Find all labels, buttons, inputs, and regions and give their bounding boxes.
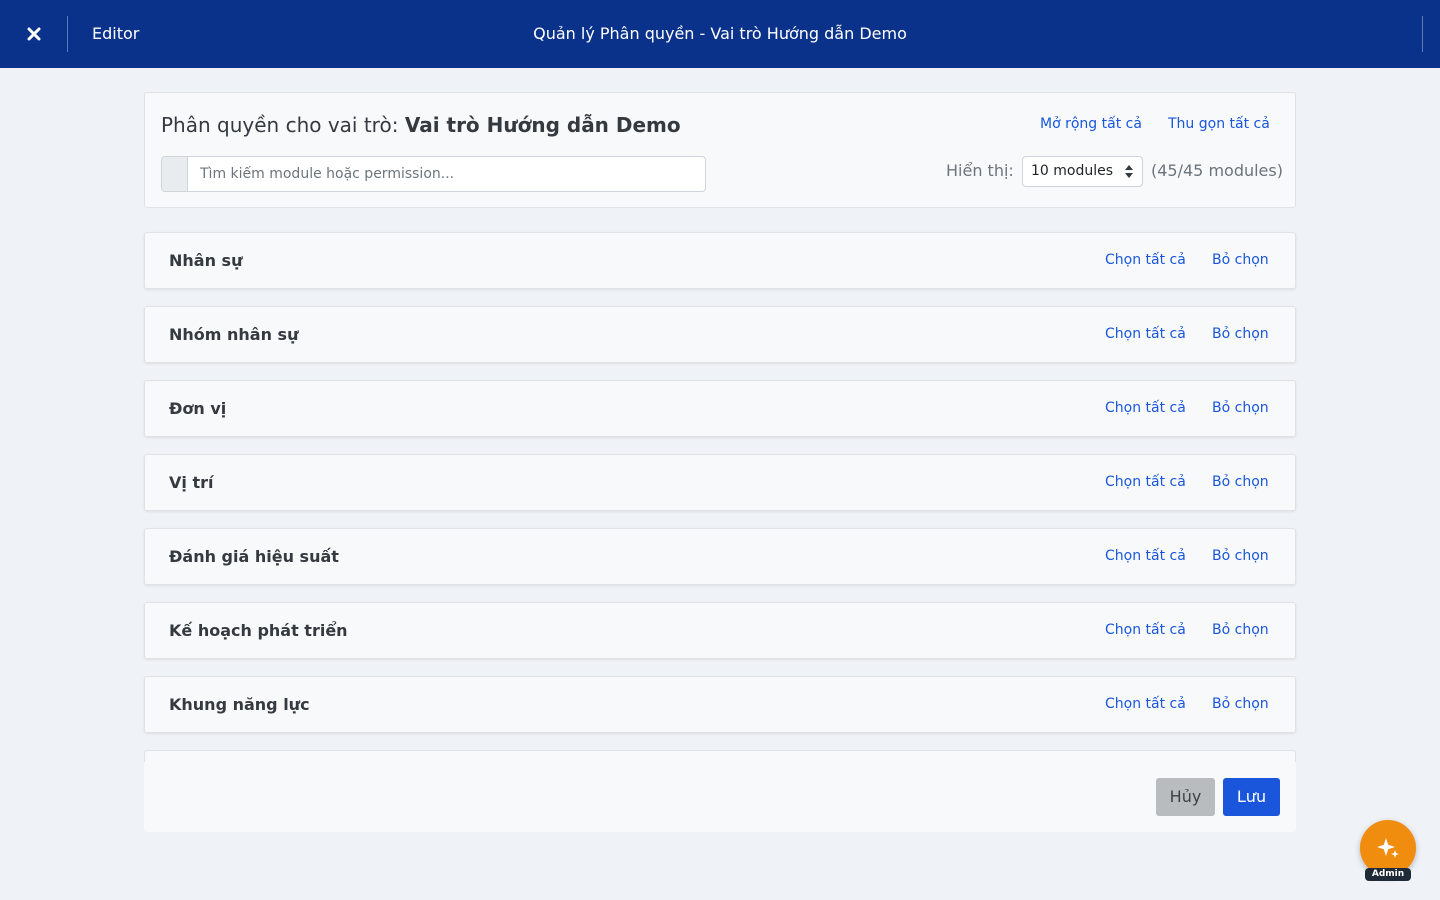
module-name: Kế hoạch phát triển: [169, 621, 348, 640]
module-name: Khung năng lực: [169, 695, 310, 714]
module-card[interactable]: Nhóm nhân sự Chọn tất cả Bỏ chọn: [144, 306, 1296, 363]
topbar-divider: [67, 16, 68, 52]
page-title: Phân quyền cho vai trò: Vai trò Hướng dẫ…: [161, 113, 681, 137]
search-addon: [162, 157, 188, 191]
select-all-link[interactable]: Chọn tất cả: [1105, 603, 1186, 658]
select-all-link[interactable]: Chọn tất cả: [1105, 677, 1186, 732]
select-all-link[interactable]: Chọn tất cả: [1105, 381, 1186, 436]
action-footer: Hủy Lưu: [144, 762, 1296, 832]
deselect-link[interactable]: Bỏ chọn: [1212, 529, 1269, 584]
module-card[interactable]: Khung năng lực Chọn tất cả Bỏ chọn: [144, 676, 1296, 733]
page-size-value: 10 modules: [1031, 163, 1114, 179]
module-card[interactable]: Đơn vị Chọn tất cả Bỏ chọn: [144, 380, 1296, 437]
page-size-select[interactable]: 10 modules: [1022, 156, 1143, 187]
module-card[interactable]: Vị trí Chọn tất cả Bỏ chọn: [144, 454, 1296, 511]
window-title: Quản lý Phân quyền - Vai trò Hướng dẫn D…: [533, 24, 907, 43]
deselect-link[interactable]: Bỏ chọn: [1212, 307, 1269, 362]
select-all-link[interactable]: Chọn tất cả: [1105, 307, 1186, 362]
module-card[interactable]: Nhân sự Chọn tất cả Bỏ chọn: [144, 232, 1296, 289]
module-card[interactable]: Kế hoạch phát triển Chọn tất cả Bỏ chọn: [144, 602, 1296, 659]
permissions-header-panel: Phân quyền cho vai trò: Vai trò Hướng dẫ…: [144, 92, 1296, 208]
module-name: Đánh giá hiệu suất: [169, 547, 339, 566]
save-button[interactable]: Lưu: [1223, 778, 1280, 816]
module-name: Đơn vị: [169, 399, 227, 418]
expand-all-link[interactable]: Mở rộng tất cả: [1040, 116, 1142, 132]
search-input[interactable]: [188, 157, 705, 191]
sort-arrows-icon: [1125, 165, 1133, 178]
top-bar: Editor Quản lý Phân quyền - Vai trò Hướn…: [0, 0, 1440, 68]
module-name: Vị trí: [169, 473, 214, 492]
deselect-link[interactable]: Bỏ chọn: [1212, 603, 1269, 658]
role-name: Vai trò Hướng dẫn Demo: [404, 113, 681, 137]
close-button[interactable]: [0, 0, 67, 68]
topbar-divider-right: [1422, 16, 1423, 52]
select-all-link[interactable]: Chọn tất cả: [1105, 455, 1186, 510]
search-box: [161, 156, 706, 192]
sparkle-icon: [1377, 838, 1399, 858]
cancel-button[interactable]: Hủy: [1156, 778, 1215, 816]
page-title-prefix: Phân quyền cho vai trò:: [161, 113, 405, 137]
deselect-link[interactable]: Bỏ chọn: [1212, 455, 1269, 510]
deselect-link[interactable]: Bỏ chọn: [1212, 677, 1269, 732]
select-all-link[interactable]: Chọn tất cả: [1105, 233, 1186, 288]
deselect-link[interactable]: Bỏ chọn: [1212, 381, 1269, 436]
admin-badge: Admin: [1365, 868, 1411, 881]
module-name: Nhân sự: [169, 251, 243, 270]
collapse-all-link[interactable]: Thu gọn tất cả: [1168, 116, 1270, 132]
module-name: Nhóm nhân sự: [169, 325, 299, 344]
module-count: (45/45 modules): [1151, 161, 1283, 180]
app-name: Editor: [92, 24, 140, 43]
module-card[interactable]: Đánh giá hiệu suất Chọn tất cả Bỏ chọn: [144, 528, 1296, 585]
deselect-link[interactable]: Bỏ chọn: [1212, 233, 1269, 288]
close-x-icon: [27, 27, 40, 41]
select-all-link[interactable]: Chọn tất cả: [1105, 529, 1186, 584]
display-label: Hiển thị:: [946, 161, 1014, 180]
